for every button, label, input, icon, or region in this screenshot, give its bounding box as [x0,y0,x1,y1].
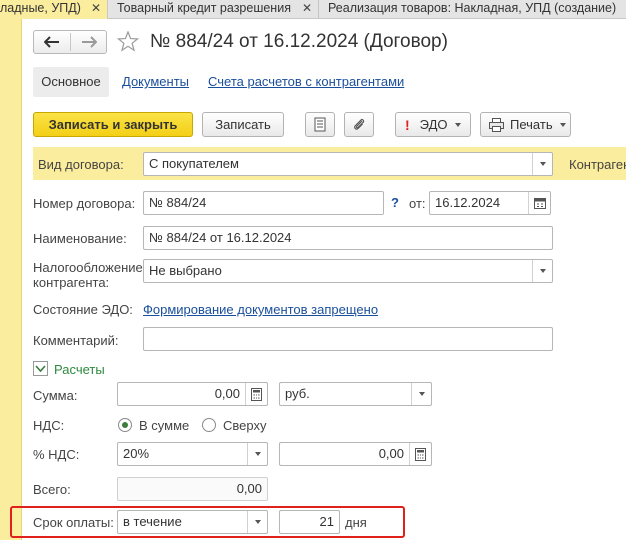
contract-type-select[interactable]: С покупателем [143,152,553,176]
date-value: 16.12.2024 [435,195,501,210]
taxation-label-line2: контрагента: [33,275,110,290]
window-tab-current[interactable]: ладные, УПД) ✕ [0,0,108,19]
edo-state-label: Состояние ЭДО: [33,302,133,317]
name-label: Наименование: [33,231,127,246]
vat-amount-input[interactable]: 0,00 [279,442,432,466]
comment-label: Комментарий: [33,333,119,348]
dropdown-button[interactable] [411,383,431,405]
chevron-down-icon [539,162,546,166]
taxation-label-line1: Налогообложение [33,260,143,275]
taxation-value: Не выбрано [149,263,222,278]
date-label: от: [409,196,426,211]
edo-button[interactable]: ! ЭДО [395,112,471,137]
tab-main[interactable]: Основное [33,67,109,97]
window-tab-label: Товарный кредит разрешения [117,1,291,15]
tab-accounts[interactable]: Счета расчетов с контрагентами [208,67,404,97]
edo-button-label: ЭДО [419,117,448,132]
paperclip-icon [354,118,365,130]
currency-select[interactable]: руб. [279,382,432,406]
chevron-down-icon [539,269,546,273]
edo-state-link[interactable]: Формирование документов запрещено [143,302,378,317]
contract-type-value: С покупателем [149,156,239,171]
dropdown-button[interactable] [247,511,267,533]
window-tab-strip: ладные, УПД) ✕ Товарный кредит разрешени… [0,0,626,19]
payment-term-unit: дня [345,515,367,530]
close-icon[interactable]: ✕ [302,0,312,16]
forward-button[interactable] [71,31,107,53]
vat-rate-select[interactable]: 20% [117,442,268,466]
window-tab-label: Реализация товаров: Накладная, УПД (созд… [328,1,617,15]
sum-input[interactable]: 0,00 [117,382,268,406]
printer-icon [489,117,504,132]
comment-input[interactable] [143,327,553,351]
total-value: 0,00 [117,477,268,501]
total-label: Всего: [33,482,71,497]
document-list-icon [314,117,326,132]
report-button[interactable] [305,112,335,137]
chevron-down-icon [254,452,261,456]
window-tab-label: ладные, УПД) [0,1,81,15]
window-tab-sales[interactable]: Реализация товаров: Накладная, УПД (созд… [320,0,626,19]
calendar-button[interactable] [528,192,550,214]
contract-number-input[interactable]: № 884/24 [143,191,384,215]
print-button-label: Печать [510,117,553,132]
window-tab-credit[interactable]: Товарный кредит разрешения ✕ [110,0,318,19]
dropdown-button[interactable] [532,260,552,282]
date-input[interactable]: 16.12.2024 [429,191,551,215]
save-and-close-button[interactable]: Записать и закрыть [33,112,193,137]
nav-buttons [33,30,107,54]
warning-icon: ! [405,116,410,133]
name-input[interactable]: № 884/24 от 16.12.2024 [143,226,553,250]
payment-term-label: Срок оплаты: [33,515,114,530]
chevron-down-icon [35,364,46,372]
chevron-down-icon [418,392,425,396]
star-icon[interactable] [117,31,139,52]
vat-in-sum-radio[interactable] [118,418,132,432]
vat-in-sum-label[interactable]: В сумме [139,418,189,433]
counterparty-label: Контрагент [569,157,626,172]
payment-term-mode-value: в течение [123,514,182,529]
sum-value: 0,00 [214,386,240,401]
vat-label: НДС: [33,418,65,433]
vat-amount-value: 0,00 [378,446,404,461]
print-button[interactable]: Печать [480,112,571,137]
attach-button[interactable] [344,112,374,137]
vat-rate-label: % НДС: [33,447,80,462]
save-button[interactable]: Записать [202,112,284,137]
tab-divider [318,0,319,19]
arrow-left-icon [44,36,59,48]
vat-on-top-label[interactable]: Сверху [223,418,266,433]
close-icon[interactable]: ✕ [91,0,101,16]
calculator-button[interactable] [409,443,431,465]
page-title: № 884/24 от 16.12.2024 (Договор) [150,31,448,52]
calendar-icon [533,198,546,209]
vat-rate-value: 20% [123,446,150,461]
left-panel-strip [0,19,22,540]
dropdown-button[interactable] [532,153,552,175]
help-icon[interactable]: ? [391,195,399,210]
dropdown-button[interactable] [247,443,267,465]
taxation-select[interactable]: Не выбрано [143,259,553,283]
sum-label: Сумма: [33,388,78,403]
collapse-toggle[interactable] [33,361,48,376]
vat-on-top-radio[interactable] [202,418,216,432]
back-button[interactable] [34,31,70,53]
payment-term-mode-select[interactable]: в течение [117,510,268,534]
tab-documents[interactable]: Документы [122,67,189,97]
calculator-icon [251,387,262,401]
contract-type-label: Вид договора: [38,157,124,172]
calculator-button[interactable] [245,383,267,405]
settlements-section-title[interactable]: Расчеты [54,362,105,377]
contract-number-label: Номер договора: [33,196,136,211]
chevron-down-icon [254,520,261,524]
arrow-right-icon [82,36,97,48]
chevron-down-icon [454,122,461,127]
taxation-label: Налогообложение контрагента: [33,260,143,290]
calculator-icon [415,447,426,461]
payment-term-days-input[interactable]: 21 [279,510,340,534]
chevron-down-icon [559,122,566,127]
currency-value: руб. [285,386,310,401]
